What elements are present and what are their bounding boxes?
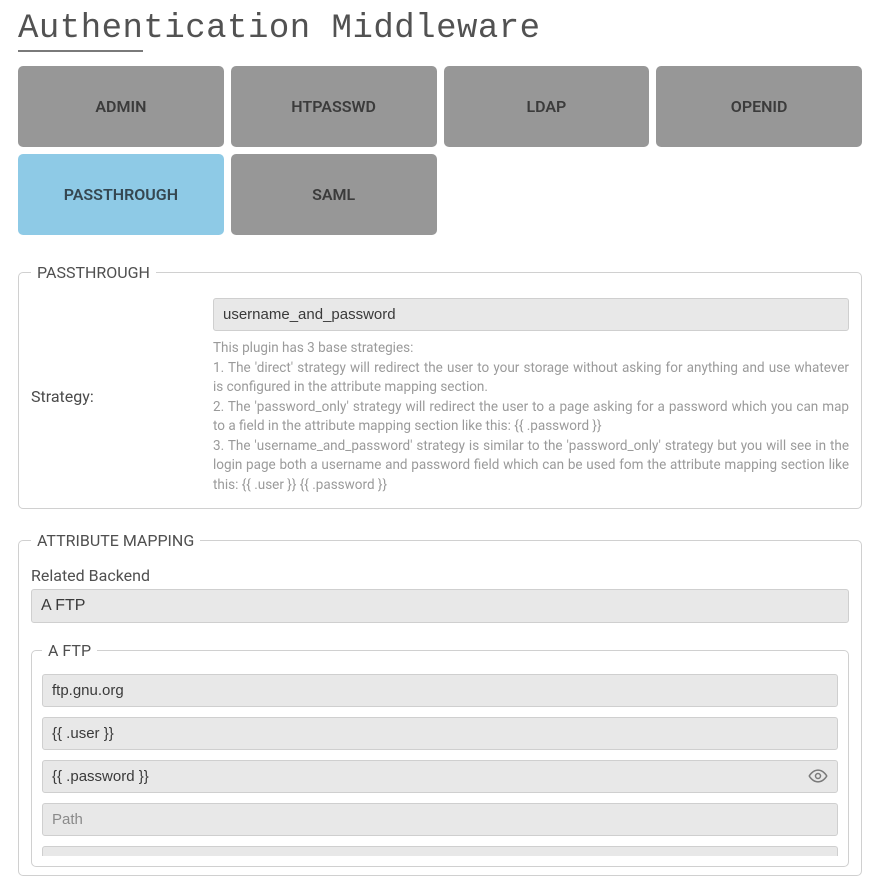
attribute-mapping-section: ATTRIBUTE MAPPING Related Backend A FTP: [18, 531, 862, 876]
page-title: Authentication Middleware: [0, 0, 880, 48]
backend-password-input[interactable]: [42, 760, 838, 793]
eye-icon[interactable]: [808, 766, 828, 786]
related-backend-label: Related Backend: [31, 566, 849, 585]
help-line: 2. The 'password_only' strategy will red…: [213, 398, 849, 437]
strategy-label: Strategy:: [31, 387, 201, 406]
backend-legend: A FTP: [42, 641, 97, 660]
tab-ldap[interactable]: LDAP: [444, 66, 650, 147]
tab-admin[interactable]: ADMIN: [18, 66, 224, 147]
tab-saml[interactable]: SAML: [231, 154, 437, 235]
tab-htpasswd[interactable]: HTPASSWD: [231, 66, 437, 147]
help-line: 1. The 'direct' strategy will redirect t…: [213, 359, 849, 398]
help-line: This plugin has 3 base strategies:: [213, 339, 849, 359]
page-title-underlined: Authen: [18, 10, 143, 52]
backend-path-input[interactable]: [42, 803, 838, 836]
tab-passthrough[interactable]: PASSTHROUGH: [18, 154, 224, 235]
auth-tab-grid: ADMIN HTPASSWD LDAP OPENID PASSTHROUGH S…: [18, 66, 862, 235]
backend-user-input[interactable]: [42, 717, 838, 750]
page-title-rest: tication Middleware: [143, 10, 540, 48]
passthrough-section: PASSTHROUGH Strategy: This plugin has 3 …: [18, 263, 862, 509]
backend-next-input-partial[interactable]: [42, 846, 838, 856]
tab-openid[interactable]: OPENID: [656, 66, 862, 147]
backend-host-input[interactable]: [42, 674, 838, 707]
help-line: 3. The 'username_and_password' strategy …: [213, 437, 849, 496]
attribute-mapping-legend: ATTRIBUTE MAPPING: [31, 531, 200, 550]
passthrough-legend: PASSTHROUGH: [31, 263, 156, 282]
strategy-input[interactable]: [213, 298, 849, 331]
strategy-help-text: This plugin has 3 base strategies: 1. Th…: [213, 339, 849, 496]
related-backend-select[interactable]: [31, 589, 849, 623]
backend-section: A FTP: [31, 641, 849, 867]
